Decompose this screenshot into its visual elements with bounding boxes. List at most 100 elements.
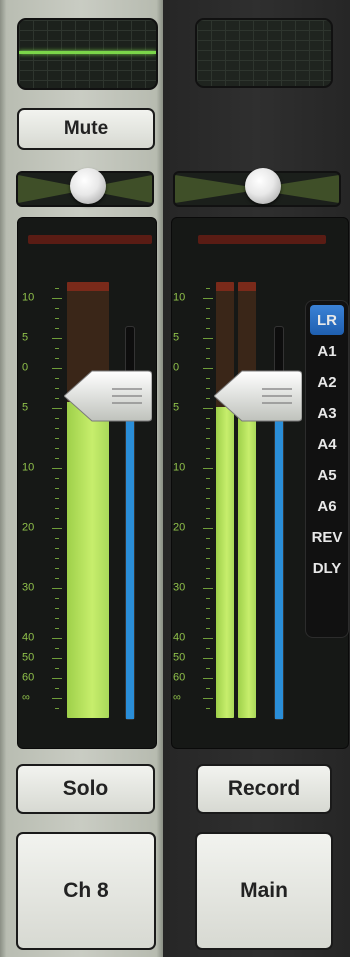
scale-tick-minor — [55, 578, 59, 579]
mute-button[interactable]: Mute — [17, 108, 155, 150]
scale-tick-minor — [55, 378, 59, 379]
eq-display[interactable] — [17, 18, 158, 90]
scale-tick-minor — [55, 598, 59, 599]
bus-item-rev[interactable]: REV — [306, 522, 348, 552]
scale-tick-minor — [55, 318, 59, 319]
scale-tick-minor — [55, 688, 59, 689]
eq-display[interactable] — [195, 18, 333, 88]
bus-item-a5[interactable]: A5 — [306, 460, 348, 490]
level-meter — [67, 282, 109, 718]
scale-tick-minor — [206, 648, 210, 649]
scale-tick-minor — [206, 348, 210, 349]
scale-label: 10 — [22, 291, 35, 304]
main-name-button[interactable]: Main — [195, 832, 333, 950]
bus-item-a1[interactable]: A1 — [306, 336, 348, 366]
scale-label: 20 — [173, 521, 186, 534]
scale-tick-minor — [55, 438, 59, 439]
scale-label: ∞ — [173, 691, 181, 704]
db-scale: 10 5 0 5 10 20 30 40 50 60 ∞ — [22, 280, 62, 720]
scale-tick-minor — [206, 338, 210, 339]
clip-indicator — [28, 235, 152, 244]
scale-tick-minor — [206, 458, 210, 459]
scale-tick-minor — [206, 308, 210, 309]
scale-tick-minor — [55, 478, 59, 479]
eq-curve — [19, 51, 156, 54]
bus-item-dly[interactable]: DLY — [306, 553, 348, 583]
scale-tick-minor — [55, 588, 59, 589]
scale-label: 60 — [173, 671, 186, 684]
scale-tick-minor — [206, 528, 210, 529]
fader-handle[interactable] — [64, 368, 152, 424]
scale-label: 30 — [173, 581, 186, 594]
scale-tick-minor — [55, 288, 59, 289]
fader-handle[interactable] — [214, 368, 302, 424]
scale-tick-minor — [55, 548, 59, 549]
scale-tick-minor — [206, 708, 210, 709]
scale-label: 5 — [22, 401, 29, 414]
scale-tick-minor — [55, 368, 59, 369]
pan-knob[interactable] — [245, 168, 281, 204]
bus-item-a3[interactable]: A3 — [306, 398, 348, 428]
clip-indicator — [198, 235, 326, 244]
scale-tick-minor — [55, 348, 59, 349]
scale-tick-minor — [55, 518, 59, 519]
scale-label: 30 — [22, 581, 35, 594]
scale-label: 5 — [173, 401, 180, 414]
scale-tick-minor — [55, 498, 59, 499]
scale-tick-minor — [55, 668, 59, 669]
solo-button[interactable]: Solo — [16, 764, 155, 814]
bus-item-a4[interactable]: A4 — [306, 429, 348, 459]
scale-tick-minor — [206, 468, 210, 469]
bus-selector: LR A1 A2 A3 A4 A5 A6 REV DLY — [305, 300, 349, 638]
bus-item-a2[interactable]: A2 — [306, 367, 348, 397]
scale-tick-minor — [55, 568, 59, 569]
scale-tick-minor — [55, 638, 59, 639]
scale-tick-minor — [55, 298, 59, 299]
scale-tick-minor — [206, 558, 210, 559]
scale-label: 5 — [22, 331, 29, 344]
scale-label: 0 — [173, 361, 180, 374]
scale-label: 60 — [22, 671, 35, 684]
scale-tick-minor — [55, 418, 59, 419]
scale-tick-minor — [55, 388, 59, 389]
record-button[interactable]: Record — [196, 764, 332, 814]
db-scale: 10 5 0 5 10 20 30 40 50 60 ∞ — [173, 280, 213, 720]
scale-tick-minor — [206, 498, 210, 499]
bus-item-a6[interactable]: A6 — [306, 491, 348, 521]
scale-tick-minor — [206, 478, 210, 479]
scale-tick-minor — [206, 698, 210, 699]
scale-tick-minor — [206, 628, 210, 629]
scale-label: 10 — [173, 291, 186, 304]
meter-fill — [67, 402, 109, 718]
scale-tick-minor — [206, 598, 210, 599]
scale-tick-minor — [55, 538, 59, 539]
scale-tick-minor — [206, 298, 210, 299]
scale-tick-minor — [55, 408, 59, 409]
scale-tick-minor — [55, 448, 59, 449]
scale-tick-minor — [55, 508, 59, 509]
scale-tick-minor — [55, 338, 59, 339]
peak-indicator — [67, 282, 109, 291]
scale-tick-minor — [206, 668, 210, 669]
scale-label: ∞ — [22, 691, 30, 704]
channel-name-button[interactable]: Ch 8 — [16, 832, 156, 950]
scale-tick-minor — [206, 518, 210, 519]
scale-tick-minor — [206, 568, 210, 569]
scale-tick-minor — [206, 508, 210, 509]
scale-tick-minor — [55, 558, 59, 559]
level-meter-right — [238, 282, 256, 718]
level-meter-left — [216, 282, 234, 718]
scale-tick-minor — [206, 418, 210, 419]
bus-item-lr[interactable]: LR — [310, 305, 344, 335]
scale-tick-minor — [55, 678, 59, 679]
scale-tick-minor — [206, 488, 210, 489]
scale-tick-minor — [206, 368, 210, 369]
scale-label: 0 — [22, 361, 29, 374]
scale-tick-minor — [206, 398, 210, 399]
pan-knob[interactable] — [70, 168, 106, 204]
scale-tick-minor — [206, 378, 210, 379]
scale-tick-minor — [206, 588, 210, 589]
scale-tick-minor — [55, 488, 59, 489]
scale-label: 10 — [173, 461, 186, 474]
scale-tick-minor — [206, 288, 210, 289]
